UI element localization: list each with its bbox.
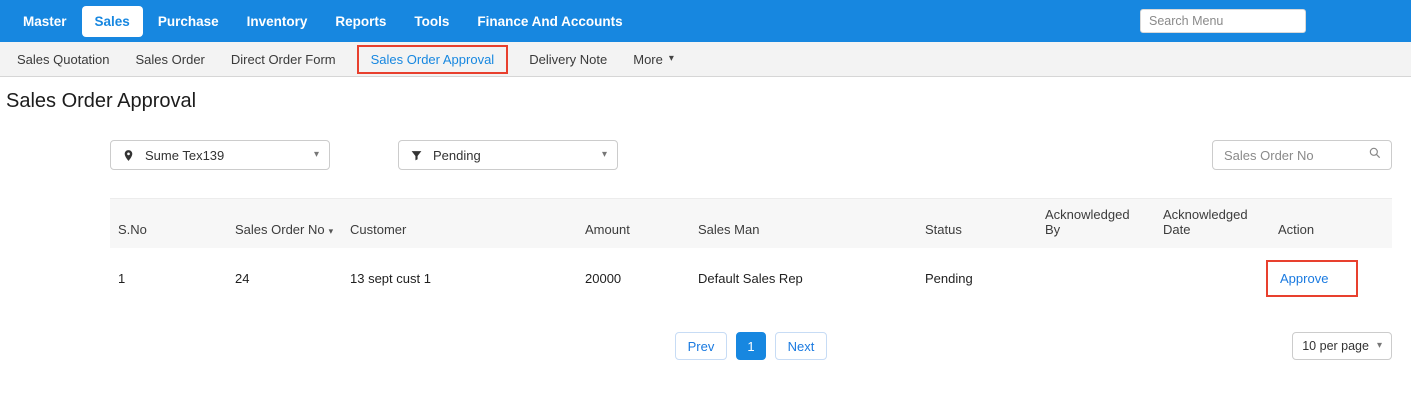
more-label: More [633,52,663,67]
top-navigation-bar: Master Sales Purchase Inventory Reports … [0,0,1411,42]
col-header-customer: Customer [342,199,577,249]
col-header-sales-man: Sales Man [690,199,917,249]
subnav-item-more[interactable]: More ▾ [620,45,687,74]
subnav-item-sales-quotation[interactable]: Sales Quotation [4,45,123,74]
cell-action: Approve [1270,248,1392,309]
nav-item-master[interactable]: Master [10,6,80,37]
cell-sales-man: Default Sales Rep [690,248,917,309]
col-header-acknowledged-by: Acknowledged By [1037,199,1155,249]
col-header-acknowledged-date: Acknowledged Date [1155,199,1270,249]
filters-row: Sume Tex139 ▾ Pending ▾ [110,140,1392,170]
col-header-sales-order-no-label: Sales Order No [235,222,325,237]
location-pin-icon [111,149,145,162]
next-page-button[interactable]: Next [775,332,828,360]
cell-status: Pending [917,248,1037,309]
annotation-box-approve: Approve [1266,260,1358,297]
filter-funnel-icon [399,149,433,162]
top-nav-items: Master Sales Purchase Inventory Reports … [10,6,636,37]
subnav-item-sales-order[interactable]: Sales Order [123,45,218,74]
cell-acknowledged-by [1037,248,1155,309]
page-1-button[interactable]: 1 [736,332,765,360]
page-content: Sume Tex139 ▾ Pending ▾ S.No [110,140,1392,361]
nav-item-tools[interactable]: Tools [401,6,462,37]
page-title: Sales Order Approval [6,90,1411,113]
chevron-down-icon: ▾ [1377,341,1382,351]
nav-item-inventory[interactable]: Inventory [234,6,321,37]
subnav-item-direct-order-form[interactable]: Direct Order Form [218,45,349,74]
col-header-sno: S.No [110,199,227,249]
subnav-item-sales-order-approval[interactable]: Sales Order Approval [369,52,497,67]
cell-customer: 13 sept cust 1 [342,248,577,309]
table-row: 1 24 13 sept cust 1 20000 Default Sales … [110,248,1392,309]
per-page-value: 10 per page [1302,339,1369,353]
col-header-sales-order-no[interactable]: Sales Order No ▾ [227,199,342,249]
menu-search-input[interactable] [1140,9,1306,33]
pagination-row: Prev 1 Next 10 per page ▾ [110,331,1392,361]
sub-navigation-bar: Sales Quotation Sales Order Direct Order… [0,42,1411,77]
chevron-down-icon: ▾ [602,150,617,160]
sales-order-approval-table: S.No Sales Order No ▾ Customer Amount Sal… [110,198,1392,309]
cell-sno: 1 [110,248,227,309]
cell-amount: 20000 [577,248,690,309]
nav-item-finance-and-accounts[interactable]: Finance And Accounts [464,6,635,37]
table-header-row: S.No Sales Order No ▾ Customer Amount Sal… [110,199,1392,249]
location-filter-value: Sume Tex139 [145,148,224,163]
search-icon [1368,146,1382,165]
col-header-status: Status [917,199,1037,249]
cell-sales-order-no: 24 [227,248,342,309]
chevron-down-icon: ▾ [669,54,674,64]
cell-acknowledged-date [1155,248,1270,309]
col-header-amount: Amount [577,199,690,249]
per-page-select[interactable]: 10 per page ▾ [1292,332,1392,360]
status-filter-dropdown[interactable]: Pending ▾ [398,140,618,170]
sort-caret-icon: ▾ [329,226,334,236]
prev-page-button[interactable]: Prev [675,332,728,360]
subnav-item-delivery-note[interactable]: Delivery Note [516,45,620,74]
chevron-down-icon: ▾ [314,150,329,160]
annotation-box-sales-order-approval: Sales Order Approval [357,45,509,74]
sales-order-search-box [1212,140,1392,170]
approve-link[interactable]: Approve [1280,271,1328,286]
nav-item-reports[interactable]: Reports [322,6,399,37]
nav-item-purchase[interactable]: Purchase [145,6,232,37]
nav-item-sales[interactable]: Sales [82,6,143,37]
location-filter-dropdown[interactable]: Sume Tex139 ▾ [110,140,330,170]
status-filter-value: Pending [433,148,481,163]
sales-order-search-input[interactable] [1222,147,1368,164]
col-header-action: Action [1270,199,1392,249]
